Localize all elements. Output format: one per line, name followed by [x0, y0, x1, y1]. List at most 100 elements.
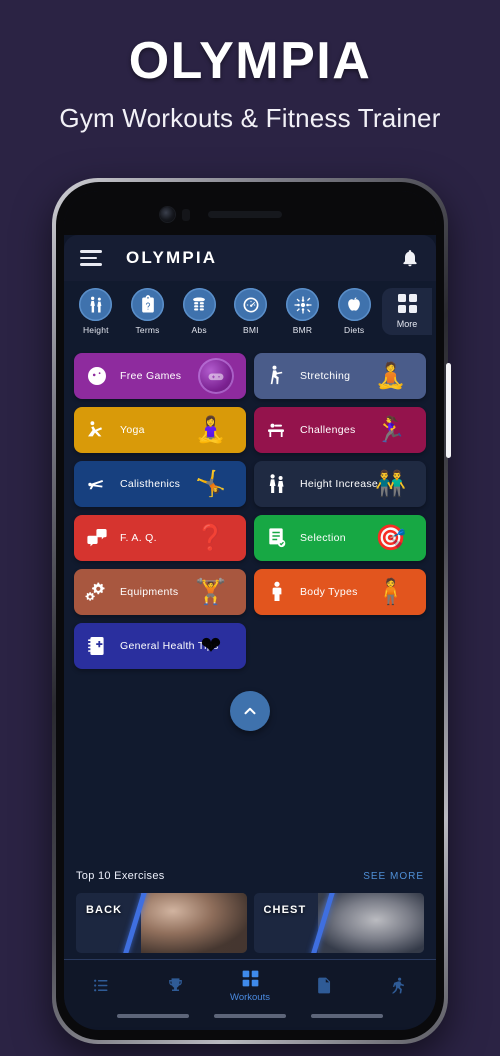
more-button[interactable]: More [382, 288, 433, 335]
card-label: Yoga [120, 424, 145, 436]
phone-mockup: OLYMPIA Height Terms Abs BMI BMR Diets M… [52, 178, 451, 1044]
body-types-photo-art: 🧍 [375, 577, 407, 606]
proximity-sensor-icon [182, 209, 190, 221]
gesture-nav-bars [64, 1011, 436, 1027]
two-people-height-icon [79, 288, 113, 321]
quick-action-terms[interactable]: Terms [122, 288, 174, 335]
stretching-photo-art: 🧘 [375, 361, 407, 390]
nav-item-workouts[interactable]: Workouts [213, 968, 287, 1003]
card-label: Equipments [120, 586, 179, 598]
exercise-label: CHEST [263, 904, 307, 916]
nav-item-list[interactable] [64, 976, 138, 995]
gamepad-orb-art [190, 353, 242, 399]
card-label: Challenges [300, 424, 356, 436]
medical-notebook-icon [74, 634, 120, 658]
top10-header: Top 10 Exercises SEE MORE [64, 859, 436, 893]
gears-cog-icon [74, 580, 120, 604]
gesture-bar[interactable] [213, 1014, 286, 1018]
document-text-icon [318, 977, 330, 994]
phone-frame: OLYMPIA Height Terms Abs BMI BMR Diets M… [52, 178, 448, 1044]
card-general-health-tips[interactable]: General Health Tips ❤ [74, 623, 246, 669]
nav-item-walking[interactable] [362, 976, 436, 995]
promo-header: OLYMPIA Gym Workouts & Fitness Trainer [0, 0, 500, 134]
quick-action-label: Height [82, 325, 109, 335]
quick-action-abs[interactable]: Abs [173, 288, 225, 335]
yoga-photo-art: 🧘‍♀️ [195, 415, 227, 444]
nav-item-trophy[interactable] [138, 976, 212, 995]
card-label: Body Types [300, 586, 358, 598]
card-faq[interactable]: F. A. Q. ❓ [74, 515, 246, 561]
height-increase-photo-art: 👬 [375, 469, 407, 498]
exercise-card-chest[interactable]: CHEST [253, 893, 424, 953]
app-bar: OLYMPIA [64, 235, 436, 281]
front-camera-icon [160, 207, 175, 222]
card-label: Calisthenics [120, 478, 181, 490]
card-stretching[interactable]: Stretching 🧘 [254, 353, 426, 399]
card-selection[interactable]: Selection 🎯 [254, 515, 426, 561]
card-equipments[interactable]: Equipments 🏋 [74, 569, 246, 615]
grid-squares-icon [242, 970, 258, 987]
card-height-increase[interactable]: Height Increase 👬 [254, 461, 426, 507]
checklist-document-icon [254, 526, 300, 550]
health-tips-photo-art: ❤ [200, 631, 222, 660]
clipboard-document-icon [131, 288, 164, 321]
gesture-bar[interactable] [116, 1014, 189, 1018]
apple-diet-icon [337, 288, 371, 321]
hamburger-menu-icon[interactable] [80, 250, 102, 266]
card-yoga[interactable]: Yoga 🧘‍♀️ [74, 407, 246, 453]
gamepad-circle-icon [74, 364, 120, 388]
quick-action-bmr[interactable]: BMR [277, 288, 329, 335]
plank-figure-icon [74, 472, 120, 496]
phone-bezel: OLYMPIA Height Terms Abs BMI BMR Diets M… [56, 182, 444, 1040]
app-content-area: Free Games Stret [64, 341, 436, 859]
challenges-photo-art: 🏃‍♀️ [375, 415, 407, 444]
more-button-label: More [396, 319, 418, 329]
quick-action-diets[interactable]: Diets [328, 288, 380, 335]
card-label: Free Games [120, 370, 182, 382]
feature-card-grid: Free Games Stret [64, 341, 436, 669]
quick-action-label: BMR [292, 325, 313, 335]
quick-action-label: BMI [242, 325, 259, 335]
two-people-height-icon [254, 472, 300, 496]
exercise-card-back[interactable]: BACK [76, 893, 247, 953]
bottom-navigation: Workouts [64, 959, 436, 1011]
chevron-up-icon [244, 707, 256, 715]
exercise-label: BACK [86, 904, 123, 916]
exercise-photo [140, 893, 247, 953]
top10-title: Top 10 Exercises [76, 870, 165, 882]
phone-screen: OLYMPIA Height Terms Abs BMI BMR Diets M… [64, 191, 436, 1030]
app-title: OLYMPIA [126, 248, 218, 267]
card-body-types[interactable]: Body Types 🧍 [254, 569, 426, 615]
nav-item-document[interactable] [287, 976, 361, 995]
quick-action-label: Abs [191, 325, 207, 335]
calisthenics-photo-art: 🤸 [195, 469, 227, 498]
list-lines-icon [93, 979, 108, 992]
bench-press-icon [254, 418, 300, 442]
question-answer-bubbles-icon [74, 526, 120, 550]
standing-stretch-figure-icon [254, 364, 300, 388]
card-label: F. A. Q. [120, 532, 157, 544]
scroll-to-top-button[interactable] [230, 691, 270, 731]
person-body-icon [254, 580, 300, 604]
yoga-pose-figure-icon [74, 418, 120, 442]
faq-photo-art: ❓ [195, 523, 227, 552]
metabolism-wheel-icon [286, 288, 320, 321]
trophy-icon [169, 978, 182, 992]
card-calisthenics[interactable]: Calisthenics 🤸 [74, 461, 246, 507]
card-challenges[interactable]: Challenges 🏃‍♀️ [254, 407, 426, 453]
card-label: Selection [300, 532, 346, 544]
promo-title: OLYMPIA [128, 32, 372, 90]
quick-action-height[interactable]: Height [70, 288, 122, 335]
quick-action-bmi[interactable]: BMI [225, 288, 277, 335]
speedometer-gauge-icon [234, 288, 268, 321]
gesture-bar[interactable] [311, 1014, 384, 1018]
scroll-indicator[interactable] [446, 363, 451, 458]
card-free-games[interactable]: Free Games [74, 353, 246, 399]
promo-subtitle: Gym Workouts & Fitness Trainer [59, 102, 441, 133]
bell-icon[interactable] [400, 247, 420, 269]
card-label: Stretching [300, 370, 351, 382]
nav-item-label: Workouts [230, 992, 270, 1003]
scroll-to-top-wrapper [64, 691, 436, 731]
see-more-link[interactable]: SEE MORE [363, 871, 424, 882]
selection-photo-art: 🎯 [375, 523, 407, 552]
